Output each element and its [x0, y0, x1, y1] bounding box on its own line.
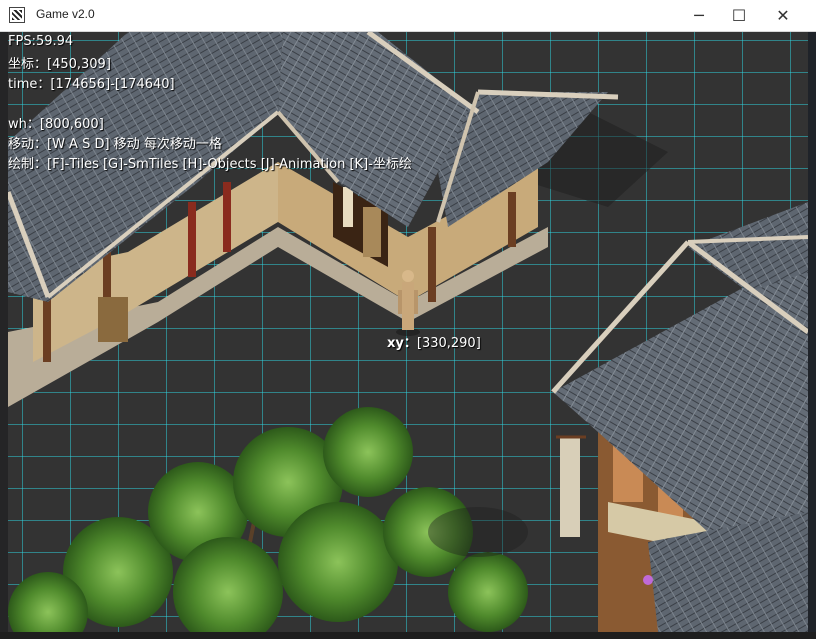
hanging-banner	[560, 437, 580, 537]
hud-coord: 坐标：[450,309]	[8, 57, 111, 72]
app-icon	[9, 7, 25, 23]
window-title: Game v2.0	[36, 7, 95, 21]
tree-foliage	[278, 502, 398, 622]
hud-time: time：[174656]-[174640]	[8, 77, 175, 92]
background-editor-strip	[0, 632, 816, 639]
lantern	[643, 575, 653, 585]
tree-foliage	[323, 407, 413, 497]
door-panel	[363, 207, 381, 257]
pillar	[428, 227, 436, 302]
pillar	[188, 202, 196, 277]
door-panel	[343, 187, 353, 227]
gate	[98, 297, 128, 342]
close-button[interactable]: ✕	[760, 0, 806, 31]
tree-shadow	[428, 507, 528, 557]
xy-value: [330,290]	[416, 336, 481, 351]
character-xy-label: xy：[330,290]	[387, 332, 481, 351]
pillar	[508, 192, 516, 247]
hud-fps: FPS:59.94	[8, 34, 74, 49]
maximize-button[interactable]: ☐	[716, 0, 762, 31]
hud-window-size: wh：[800,600]	[8, 117, 104, 132]
window-titlebar[interactable]: Game v2.0 ─ ☐ ✕	[0, 0, 816, 32]
tree-foliage	[448, 552, 528, 632]
window-right-border	[808, 32, 816, 632]
hud-draw-help: 绘制：[F]-Tiles [G]-SmTiles [H]-Objects [J]…	[8, 157, 412, 172]
window-left-border	[0, 32, 8, 632]
hud-move-help: 移动：[W A S D] 移动 每次移动一格	[8, 137, 222, 152]
game-viewport[interactable]: FPS:59.94 坐标：[450,309] time：[174656]-[17…	[8, 32, 808, 632]
pillar	[223, 182, 231, 252]
xy-prefix: xy：	[387, 336, 417, 351]
